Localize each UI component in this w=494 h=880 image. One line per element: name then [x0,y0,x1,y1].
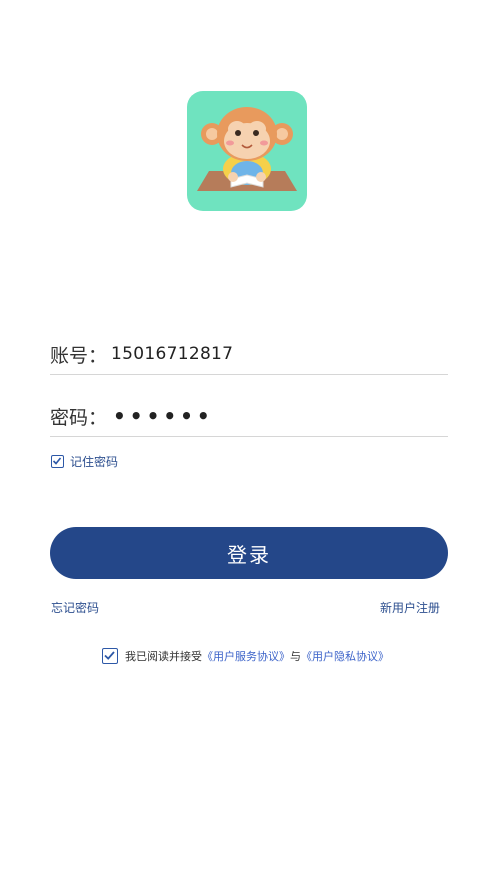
remember-password-checkbox[interactable]: 记住密码 [51,453,118,470]
forgot-password-link[interactable]: 忘记密码 [51,599,99,616]
agreement-row: 我已阅读并接受 《用户服务协议》 与 《用户隐私协议》 [102,648,389,664]
account-input[interactable]: 15016712817 [111,344,233,364]
remember-password-label: 记住密码 [70,455,119,469]
agreement-checkbox[interactable] [102,648,118,664]
checkbox-checked-icon [51,455,64,468]
register-link[interactable]: 新用户注册 [380,599,440,616]
password-field[interactable]: 密码： •••••• [50,396,448,437]
password-input[interactable]: •••••• [113,404,214,428]
service-agreement-link[interactable]: 《用户服务协议》 [202,648,290,664]
app-logo [187,91,307,211]
account-field[interactable]: 账号： 15016712817 [50,334,448,375]
privacy-agreement-link[interactable]: 《用户隐私协议》 [301,648,389,664]
account-label: 账号： [50,344,108,367]
monkey-logo-icon [197,107,297,191]
agreement-prefix: 我已阅读并接受 [125,650,202,663]
login-button[interactable]: 登录 [50,527,448,579]
password-label: 密码： [50,406,108,429]
agreement-conjunction: 与 [290,650,301,663]
